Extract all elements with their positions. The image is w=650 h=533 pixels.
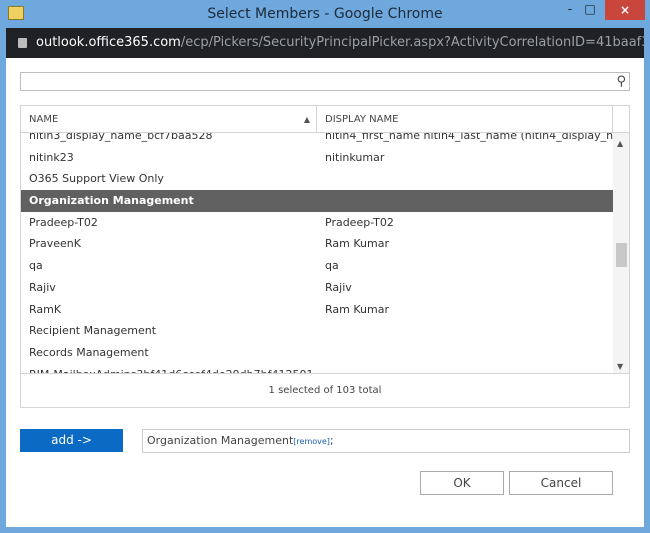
table-row[interactable]: PraveenK Ram Kumar [21, 233, 613, 255]
separator: ; [329, 434, 334, 447]
cell-display-name: Ram Kumar [325, 237, 389, 251]
address-bar[interactable]: outlook.office365.com/ecp/Pickers/Securi… [6, 28, 644, 58]
cell-display-name: qa [325, 259, 339, 273]
column-header-name[interactable]: NAME ▲ [21, 106, 317, 133]
scroll-up-icon[interactable]: ▲ [617, 139, 623, 148]
search-icon[interactable]: ⚲ [616, 74, 626, 89]
cell-name: RIM-MailboxAdmins3bf41d6ccef4de29db7bf41… [29, 364, 314, 373]
cell-display-name: Rajiv [325, 280, 352, 294]
scroll-down-icon[interactable]: ▼ [617, 362, 623, 371]
cell-display-name: nitinkumar [325, 150, 385, 164]
cell-name: RamK [29, 302, 62, 316]
column-header-display-name[interactable]: DISPLAY NAME [317, 106, 613, 133]
selected-members-field[interactable]: Organization Management[remove]; [142, 429, 630, 453]
table-header: NAME ▲ DISPLAY NAME [21, 106, 629, 133]
cell-name: qa [29, 259, 43, 273]
cancel-button[interactable]: Cancel [509, 471, 613, 495]
window-title: Select Members - Google Chrome [207, 6, 443, 22]
table-row[interactable]: Recipient Management [21, 320, 613, 342]
table-row[interactable]: qa qa [21, 255, 613, 277]
cell-name: Records Management [29, 345, 149, 359]
cell-name: Organization Management [29, 194, 194, 208]
table-row[interactable]: nitin3_display_name_bcf7baa528 nitin4_fir… [21, 133, 613, 147]
members-table: NAME ▲ DISPLAY NAME nitin3_display_name_b… [20, 105, 630, 408]
table-row[interactable]: Records Management [21, 342, 613, 364]
cell-name: Recipient Management [29, 324, 157, 338]
address-host: outlook.office365.com [36, 35, 181, 50]
address-path: /ecp/Pickers/SecurityPrincipalPicker.asp… [180, 35, 644, 50]
cell-display-name: Ram Kumar [325, 302, 389, 316]
title-bar: Select Members - Google Chrome - □ × [0, 0, 650, 28]
table-row[interactable]: Rajiv Rajiv [21, 277, 613, 299]
cell-name: nitink23 [29, 150, 74, 164]
search-input[interactable]: ⚲ [20, 72, 630, 91]
table-row[interactable]: O365 Support View Only [21, 168, 613, 190]
ok-button[interactable]: OK [420, 471, 504, 495]
lock-icon [18, 38, 27, 48]
cell-name: PraveenK [29, 237, 81, 251]
table-row[interactable]: Pradeep-T02 Pradeep-T02 [21, 212, 613, 234]
remove-link[interactable]: [remove] [293, 437, 330, 446]
cell-name: Rajiv [29, 280, 56, 294]
table-body: nitin3_display_name_bcf7baa528 nitin4_fir… [21, 133, 613, 373]
cell-display-name: nitin4_first_name nitin4_last_name (niti… [325, 133, 613, 142]
scrollbar-thumb[interactable] [616, 243, 627, 267]
sort-ascending-icon: ▲ [303, 115, 310, 124]
scrollbar[interactable]: ▲ ▼ [613, 133, 629, 373]
cell-name: O365 Support View Only [29, 172, 164, 186]
minimize-button[interactable]: - [560, 2, 580, 22]
add-button[interactable]: add -> [20, 429, 123, 452]
cell-name: nitin3_display_name_bcf7baa528 [29, 133, 213, 142]
table-row[interactable]: nitink23 nitinkumar [21, 147, 613, 169]
cell-display-name: Pradeep-T02 [325, 215, 394, 229]
table-row[interactable]: RIM-MailboxAdmins3bf41d6ccef4de29db7bf41… [21, 364, 613, 373]
table-row[interactable]: RamK Ram Kumar [21, 299, 613, 321]
selection-status: 1 selected of 103 total [21, 373, 629, 407]
table-row[interactable]: Organization Management [21, 190, 613, 212]
close-button[interactable]: × [605, 0, 645, 20]
selected-member: Organization Management [147, 434, 294, 447]
cell-name: Pradeep-T02 [29, 215, 98, 229]
maximize-button[interactable]: □ [580, 2, 600, 22]
